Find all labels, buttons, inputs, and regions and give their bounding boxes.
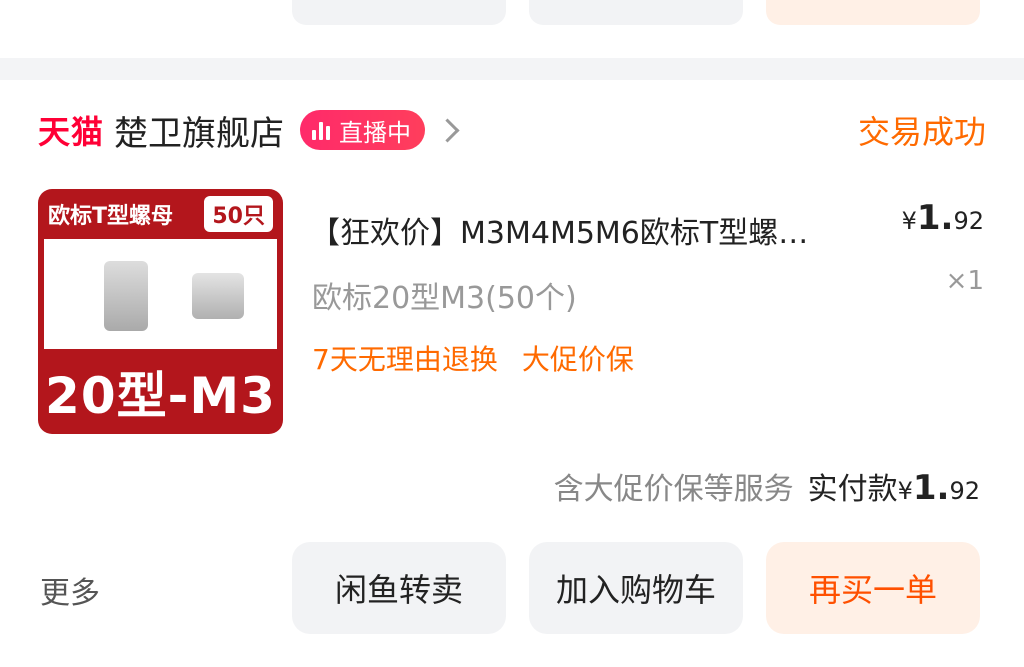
order-status: 交易成功 bbox=[857, 113, 986, 151]
thumb-qty: 50只 bbox=[204, 196, 273, 232]
product-thumbnail[interactable]: 欧标T型螺母 50只 20型-M3 bbox=[38, 189, 283, 434]
product-title[interactable]: 【狂欢价】M3M4M5M6欧标T型螺… bbox=[310, 208, 900, 252]
pay-symbol: ¥ bbox=[897, 477, 913, 505]
thumb-product-image bbox=[44, 239, 277, 349]
card-divider bbox=[0, 58, 1024, 80]
payment-service[interactable]: 含大促价保等服务 bbox=[554, 464, 794, 508]
previous-resell-button[interactable] bbox=[292, 0, 506, 25]
unit-price: ¥1.92 bbox=[902, 198, 984, 238]
price-int: 1. bbox=[916, 198, 954, 238]
shop-header[interactable]: 天猫 楚卫旗舰店 直播中 交易成功 bbox=[38, 106, 986, 155]
thumb-footer: 20型-M3 bbox=[45, 366, 276, 425]
rebuy-button[interactable]: 再买一单 bbox=[766, 542, 980, 634]
pay-dec: 92 bbox=[949, 477, 980, 505]
chevron-right-icon[interactable] bbox=[435, 117, 460, 143]
live-badge[interactable]: 直播中 bbox=[300, 110, 426, 150]
previous-add-cart-button[interactable] bbox=[529, 0, 743, 25]
tag-return: 7天无理由退换 bbox=[312, 343, 498, 376]
order-card[interactable]: 天猫 楚卫旗舰店 直播中 交易成功 欧标T型螺母 50只 20型-M3 【狂欢价… bbox=[0, 80, 1024, 667]
previous-rebuy-button[interactable] bbox=[766, 0, 980, 25]
payment-summary: 含大促价保等服务 实付款 ¥1.92 bbox=[554, 464, 980, 508]
t-nut-side-image bbox=[192, 273, 244, 319]
price-symbol: ¥ bbox=[901, 207, 917, 235]
payment-amount: ¥1.92 bbox=[898, 468, 980, 508]
thumb-header: 欧标T型螺母 50只 bbox=[38, 189, 283, 239]
item-count: ×1 bbox=[945, 266, 984, 296]
tmall-logo: 天猫 bbox=[38, 113, 105, 151]
add-to-cart-button[interactable]: 加入购物车 bbox=[529, 542, 743, 634]
product-spec: 欧标20型M3(50个) bbox=[312, 281, 577, 316]
live-label: 直播中 bbox=[339, 118, 412, 147]
t-nut-front-image bbox=[104, 261, 148, 331]
resell-button[interactable]: 闲鱼转卖 bbox=[292, 542, 506, 634]
more-button[interactable]: 更多 bbox=[40, 568, 100, 612]
shop-name[interactable]: 楚卫旗舰店 bbox=[114, 106, 284, 155]
price-dec: 92 bbox=[953, 207, 984, 235]
tag-price-protect: 大促价保 bbox=[521, 343, 634, 376]
service-tags: 7天无理由退换 大促价保 bbox=[312, 338, 658, 378]
live-bars-icon bbox=[312, 120, 333, 140]
thumb-header-text: 欧标T型螺母 bbox=[48, 204, 174, 229]
payment-label: 实付款 bbox=[807, 472, 898, 507]
pay-int: 1. bbox=[912, 468, 950, 508]
previous-order-card bbox=[0, 0, 1024, 58]
